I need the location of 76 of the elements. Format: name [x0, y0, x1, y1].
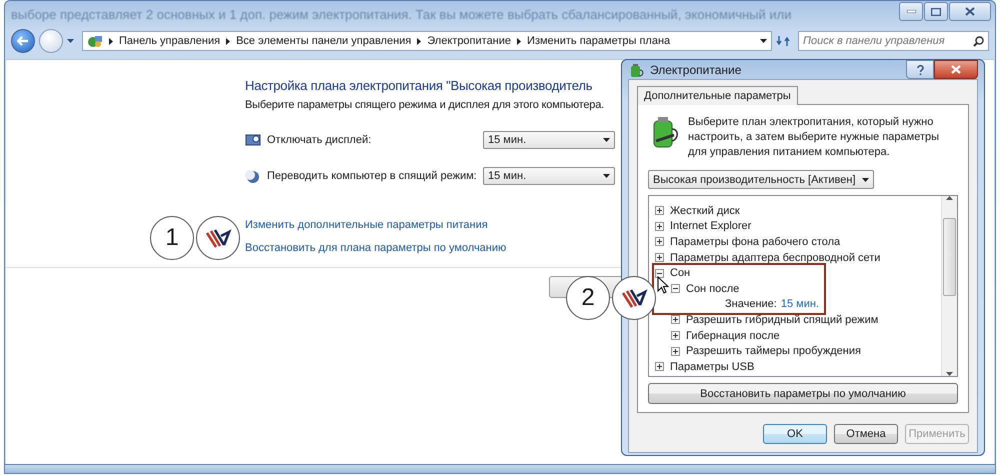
chevron-right-icon	[517, 38, 522, 44]
search-field[interactable]: Поиск в панели управления	[798, 31, 989, 51]
back-button[interactable]	[11, 29, 35, 53]
setting-label: Переводить компьютер в спящий режим:	[267, 170, 478, 182]
tree-item[interactable]: Сон после	[686, 282, 740, 295]
expand-icon[interactable]	[671, 315, 680, 324]
settings-link[interactable]: Восстановить для плана параметры по умолчанию	[245, 242, 506, 254]
breadcrumb-item[interactable]: Все элементы панели управления	[236, 35, 412, 47]
time-dropdown[interactable]: 15 мин.	[483, 131, 615, 149]
chevron-right-icon	[109, 38, 113, 44]
expand-icon[interactable]	[655, 206, 664, 216]
scrollbar[interactable]	[941, 196, 957, 376]
address-bar[interactable]: Панель управления Все элементы панели управления Электропитание Изменить параметры плана	[82, 31, 772, 51]
tree-item[interactable]: Гибернация после	[686, 330, 780, 342]
tree-item[interactable]: Параметры USB	[670, 360, 754, 373]
dialog-title: Электропитание	[650, 62, 742, 76]
scroll-down-icon[interactable]	[946, 372, 953, 376]
expand-icon[interactable]	[655, 362, 664, 372]
breadcrumb-item[interactable]: Изменить параметры плана	[527, 35, 670, 47]
back-arrow-icon	[17, 36, 29, 46]
dropdown-caret-icon	[603, 174, 610, 178]
dropdown-caret-icon[interactable]	[760, 39, 767, 43]
background-text: выборе представляет 2 основных и 1 доп. режим электропитания. Так вы можете выбрать сбалансированный, экономичный или	[11, 6, 792, 22]
collapse-icon[interactable]	[655, 268, 664, 278]
minimize-icon	[906, 10, 916, 13]
search-icon[interactable]	[973, 36, 984, 46]
setting-label: Отключать дисплей:	[267, 134, 372, 146]
expand-icon[interactable]	[671, 346, 680, 356]
scrollbar-thumb[interactable]	[943, 218, 956, 296]
minimize-button[interactable]	[899, 2, 923, 21]
tree-item[interactable]: Разрешить гибридный спящий режим	[686, 314, 878, 326]
value-label: Значение:	[725, 298, 777, 310]
close-button[interactable]	[949, 2, 991, 21]
breadcrumb-item[interactable]: Панель управления	[119, 35, 220, 47]
page-title: Настройка плана электропитания "Высокая производитель	[245, 78, 594, 93]
logo-icon	[196, 216, 240, 260]
description-text: Выберите план электропитания, который нужно настроить, а затем выберите нужные параметры для управления питанием компьютера.	[688, 115, 940, 160]
scroll-up-icon[interactable]	[946, 196, 953, 200]
tree-item[interactable]: Параметры фона рабочего стола	[670, 236, 840, 248]
close-icon	[951, 65, 961, 74]
expand-icon[interactable]	[655, 253, 664, 262]
collapse-icon[interactable]	[671, 284, 680, 294]
refresh-icon[interactable]	[776, 35, 790, 47]
page-subtitle: Выберите параметры спящего режима и дисплея для этого компьютера.	[245, 99, 605, 111]
time-dropdown[interactable]: 15 мин.	[483, 167, 615, 185]
tree-item[interactable]: Internet Explorer	[670, 220, 752, 232]
maximize-icon	[931, 8, 941, 16]
breadcrumb-item[interactable]: Электропитание	[427, 35, 512, 47]
tree-item[interactable]: Сон	[670, 267, 690, 280]
dialog-button[interactable]: Отмена	[834, 424, 898, 444]
expand-icon[interactable]	[671, 331, 680, 340]
tree-item[interactable]: Параметры адаптера беспроводной сети	[670, 252, 880, 264]
restore-defaults-button[interactable]: Восстановить параметры по умолчанию	[648, 383, 958, 404]
value-link[interactable]: 15 мин.	[780, 298, 819, 310]
maximize-button[interactable]	[924, 2, 948, 21]
close-button[interactable]	[934, 60, 978, 79]
settings-link[interactable]: Изменить дополнительные параметры питания	[245, 219, 488, 231]
moon-icon	[245, 168, 261, 184]
monitor-icon	[245, 132, 261, 148]
tree-item[interactable]: Жесткий диск	[670, 204, 740, 217]
battery-plug-icon	[628, 62, 644, 78]
tab[interactable]: Дополнительные параметры	[637, 86, 798, 105]
chevron-right-icon	[417, 38, 422, 44]
question-mark-icon	[916, 64, 924, 74]
help-button[interactable]	[906, 60, 934, 79]
tree-item[interactable]: Разрешить таймеры пробуждения	[686, 345, 861, 358]
expand-icon[interactable]	[655, 222, 664, 231]
expand-icon[interactable]	[655, 237, 664, 246]
close-icon	[965, 7, 975, 16]
mouse-cursor-icon	[657, 276, 669, 294]
plan-dropdown[interactable]: Высокая производительность [Активен]	[648, 170, 874, 189]
chevron-right-icon	[226, 38, 230, 44]
forward-button[interactable]	[39, 29, 63, 53]
dropdown-caret-icon	[603, 138, 610, 142]
dialog-button[interactable]: OK	[763, 424, 827, 444]
dropdown-caret-icon	[862, 178, 869, 182]
